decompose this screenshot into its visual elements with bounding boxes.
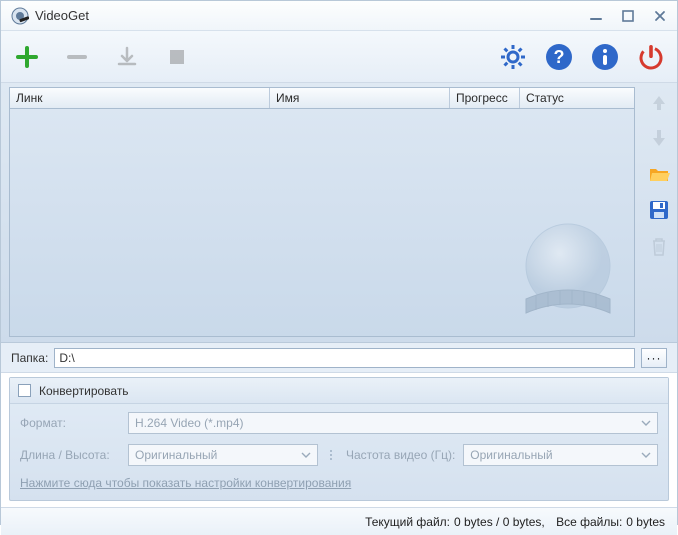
svg-text:?: ?: [554, 47, 565, 67]
column-header-name[interactable]: Имя: [270, 88, 450, 108]
status-all-value: 0 bytes: [626, 515, 665, 529]
window-title: VideoGet: [35, 8, 589, 23]
info-button[interactable]: [589, 41, 621, 73]
column-header-progress[interactable]: Прогресс: [450, 88, 520, 108]
toolbar: ?: [1, 31, 677, 83]
app-icon: [11, 7, 29, 25]
watermark-icon: [508, 211, 628, 334]
delete-button: [646, 233, 672, 259]
remove-button: [61, 41, 93, 73]
chevron-down-icon: [639, 416, 653, 433]
frequency-value: Оригинальный: [470, 448, 552, 462]
download-button: [111, 41, 143, 73]
chevron-down-icon: [299, 448, 313, 465]
convert-panel: Конвертировать Формат: H.264 Video (*.mp…: [9, 377, 669, 501]
folder-label: Папка:: [11, 351, 48, 365]
close-button[interactable]: [653, 9, 667, 23]
folder-input[interactable]: [54, 348, 635, 368]
dimensions-label: Длина / Высота:: [20, 448, 120, 462]
browse-folder-button[interactable]: ···: [641, 348, 667, 368]
show-convert-settings-link[interactable]: Нажмите сюда чтобы показать настройки ко…: [20, 476, 351, 490]
convert-checkbox-label: Конвертировать: [39, 384, 129, 398]
format-value: H.264 Video (*.mp4): [135, 416, 244, 430]
frequency-combo[interactable]: Оригинальный: [463, 444, 658, 466]
power-button[interactable]: [635, 41, 667, 73]
maximize-button[interactable]: [621, 9, 635, 23]
minimize-button[interactable]: [589, 9, 603, 23]
help-button[interactable]: ?: [543, 41, 575, 73]
move-down-button: [646, 125, 672, 151]
status-bar: Текущий файл: 0 bytes / 0 bytes, Все фай…: [1, 507, 677, 535]
column-header-link[interactable]: Линк: [10, 88, 270, 108]
status-all-label: Все файлы:: [556, 515, 622, 529]
main-area: Линк Имя Прогресс Статус: [1, 83, 677, 343]
title-bar: VideoGet: [1, 1, 677, 31]
download-table: Линк Имя Прогресс Статус: [1, 83, 641, 342]
column-header-status[interactable]: Статус: [520, 88, 634, 108]
convert-checkbox[interactable]: [18, 384, 31, 397]
stop-button: [161, 41, 193, 73]
separator-dots-icon: [330, 450, 334, 460]
add-button[interactable]: [11, 41, 43, 73]
open-folder-button[interactable]: [646, 161, 672, 187]
side-toolbar: [641, 83, 677, 342]
frequency-label: Частота видео (Гц):: [346, 448, 455, 462]
format-combo[interactable]: H.264 Video (*.mp4): [128, 412, 658, 434]
settings-button[interactable]: [497, 41, 529, 73]
move-up-button: [646, 89, 672, 115]
dimensions-combo[interactable]: Оригинальный: [128, 444, 318, 466]
folder-row: Папка: ···: [1, 343, 677, 373]
status-current-label: Текущий файл:: [365, 515, 450, 529]
dimensions-value: Оригинальный: [135, 448, 217, 462]
save-button[interactable]: [646, 197, 672, 223]
format-label: Формат:: [20, 416, 120, 430]
status-current-value: 0 bytes / 0 bytes,: [454, 515, 545, 529]
chevron-down-icon: [639, 448, 653, 465]
table-body: [9, 109, 635, 337]
